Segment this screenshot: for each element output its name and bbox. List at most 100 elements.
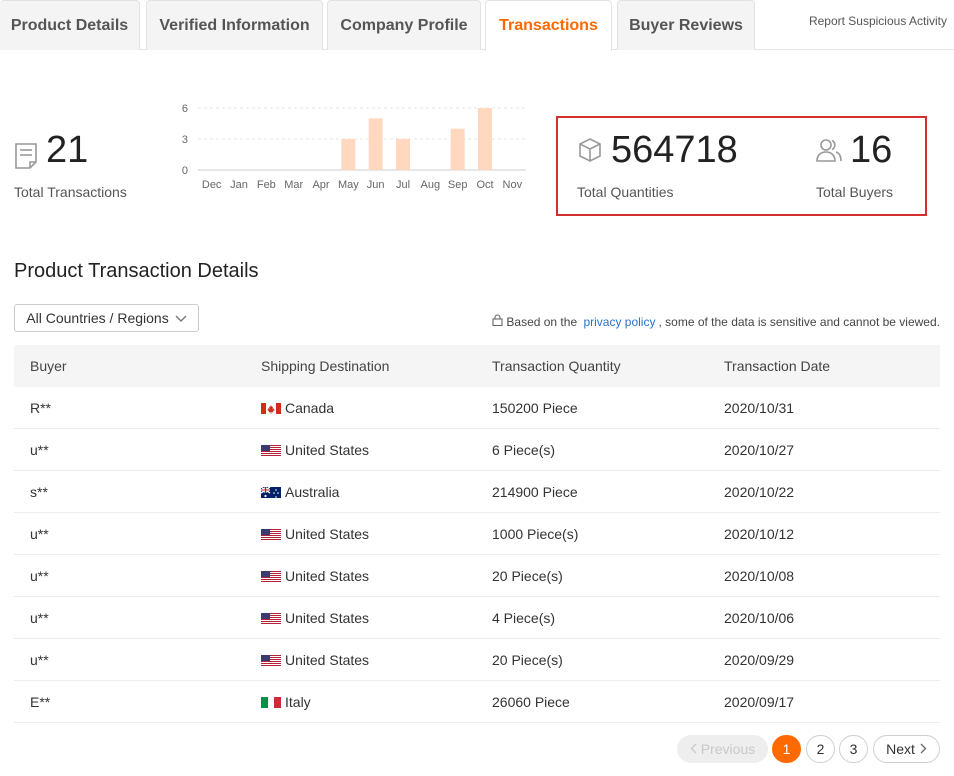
destination-cell: Australia	[245, 484, 476, 500]
table-row: u** United States 20 Piece(s) 2020/09/29	[14, 639, 940, 681]
chevron-down-icon	[175, 310, 187, 326]
total-quantities-label: Total Quantities	[577, 184, 674, 200]
table-header: Buyer Shipping Destination Transaction Q…	[14, 345, 940, 387]
privacy-suffix: , some of the data is sensitive and cann…	[658, 314, 940, 329]
date-cell: 2020/10/12	[724, 525, 795, 542]
y-tick-label: 0	[182, 165, 188, 177]
section-title: Product Transaction Details	[14, 260, 259, 282]
page-1-button[interactable]: 1	[772, 735, 801, 763]
country-name: Italy	[285, 693, 311, 710]
flag-us-icon	[261, 654, 281, 666]
tab-company-profile[interactable]: Company Profile	[327, 0, 481, 50]
privacy-prefix: Based on the	[506, 314, 581, 329]
total-quantities-value: 564718	[611, 129, 738, 171]
date-cell: 2020/09/29	[724, 651, 795, 668]
tab-bar: Product Details Verified Information Com…	[0, 0, 954, 51]
table-row: E** Italy 26060 Piece 2020/09/17	[14, 681, 940, 723]
destination-cell: United States	[245, 652, 476, 668]
buyer-cell: u**	[30, 525, 49, 542]
privacy-policy-link[interactable]: privacy policy	[583, 315, 655, 329]
total-buyers-value: 16	[850, 129, 893, 171]
flag-ca-icon	[261, 402, 281, 414]
table-row: u** United States 20 Piece(s) 2020/10/08	[14, 555, 940, 597]
quantity-cell: 20 Piece(s)	[492, 567, 563, 584]
destination-cell: Canada	[245, 400, 476, 416]
date-cell: 2020/10/08	[724, 567, 795, 584]
box-icon	[577, 137, 603, 163]
chart-bar[interactable]	[478, 108, 492, 170]
flag-us-icon	[261, 528, 281, 540]
x-tick-label: Aug	[421, 179, 441, 191]
flag-au-icon	[261, 485, 281, 498]
next-label: Next	[886, 741, 915, 757]
buyer-cell: E**	[30, 693, 51, 710]
date-cell: 2020/10/22	[724, 483, 795, 500]
header-shipping-destination: Shipping Destination	[261, 358, 390, 374]
date-cell: 2020/10/27	[724, 441, 795, 458]
header-transaction-quantity: Transaction Quantity	[492, 358, 621, 374]
transactions-table: Buyer Shipping Destination Transaction Q…	[14, 345, 940, 723]
chart-bar[interactable]	[396, 139, 410, 170]
tab-transactions[interactable]: Transactions	[485, 0, 612, 51]
x-tick-label: Feb	[257, 179, 276, 191]
total-transactions-label: Total Transactions	[14, 184, 127, 200]
next-page-button[interactable]: Next	[873, 735, 940, 763]
x-tick-label: Jul	[396, 179, 410, 191]
tab-product-details[interactable]: Product Details	[0, 0, 140, 50]
date-cell: 2020/09/17	[724, 693, 795, 710]
lock-icon	[492, 314, 503, 329]
x-tick-label: Jan	[230, 179, 248, 191]
header-transaction-date: Transaction Date	[724, 358, 831, 374]
stat-total-transactions: 21 Total Transactions	[14, 130, 127, 200]
page-3-button[interactable]: 3	[839, 735, 868, 763]
quantity-cell: 6 Piece(s)	[492, 441, 556, 458]
date-cell: 2020/10/31	[724, 399, 795, 416]
x-tick-label: Sep	[448, 179, 468, 191]
table-row: u** United States 4 Piece(s) 2020/10/06	[14, 597, 940, 639]
y-tick-label: 3	[182, 134, 188, 146]
previous-page-button[interactable]: Previous	[677, 735, 768, 763]
quantity-cell: 26060 Piece	[492, 693, 570, 710]
chart-bar[interactable]	[450, 128, 465, 170]
destination-cell: Italy	[245, 694, 476, 710]
tab-buyer-reviews[interactable]: Buyer Reviews	[617, 0, 755, 50]
tab-verified-information[interactable]: Verified Information	[146, 0, 323, 50]
destination-cell: United States	[245, 442, 476, 458]
quantity-cell: 1000 Piece(s)	[492, 525, 579, 542]
buyer-cell: u**	[30, 567, 49, 584]
chevron-left-icon	[690, 741, 697, 757]
flag-it-icon	[261, 696, 281, 708]
privacy-note: Based on the privacy policy, some of the…	[492, 314, 940, 329]
buyer-cell: u**	[30, 609, 49, 626]
filter-label: All Countries / Regions	[26, 310, 169, 326]
country-name: United States	[285, 525, 370, 542]
destination-cell: United States	[245, 568, 476, 584]
x-tick-label: May	[338, 179, 359, 191]
header-buyer: Buyer	[30, 358, 67, 374]
flag-us-icon	[261, 444, 281, 456]
quantity-cell: 4 Piece(s)	[492, 609, 556, 626]
page-2-button[interactable]: 2	[806, 735, 835, 763]
buyer-cell: s**	[30, 483, 48, 500]
stat-total-buyers: 16 Total Buyers	[816, 130, 893, 200]
flag-us-icon	[261, 570, 281, 582]
country-region-filter[interactable]: All Countries / Regions	[14, 304, 199, 332]
quantity-cell: 150200 Piece	[492, 399, 578, 416]
total-transactions-value: 21	[46, 129, 89, 171]
chevron-right-icon	[920, 741, 927, 757]
report-suspicious-activity-link[interactable]: Report Suspicious Activity	[809, 14, 947, 28]
x-tick-label: Nov	[503, 179, 523, 191]
total-buyers-label: Total Buyers	[816, 184, 894, 200]
table-row: s** Australia 214900 Piece 2020/10/22	[14, 471, 940, 513]
country-name: Canada	[285, 399, 335, 416]
chart-bar[interactable]	[341, 139, 356, 170]
stat-total-quantities: 564718 Total Quantities	[577, 130, 738, 200]
x-tick-label: Apr	[312, 179, 329, 191]
destination-cell: United States	[245, 610, 476, 626]
chart-bar[interactable]	[368, 118, 383, 170]
x-tick-label: Dec	[202, 179, 222, 191]
buyer-cell: u**	[30, 651, 49, 668]
buyer-cell: R**	[30, 399, 52, 416]
date-cell: 2020/10/06	[724, 609, 795, 626]
monthly-transactions-chart: 0 3 6 Dec Jan Feb Mar Apr May Jun Jul Aug Sep Oct Nov	[182, 103, 526, 191]
